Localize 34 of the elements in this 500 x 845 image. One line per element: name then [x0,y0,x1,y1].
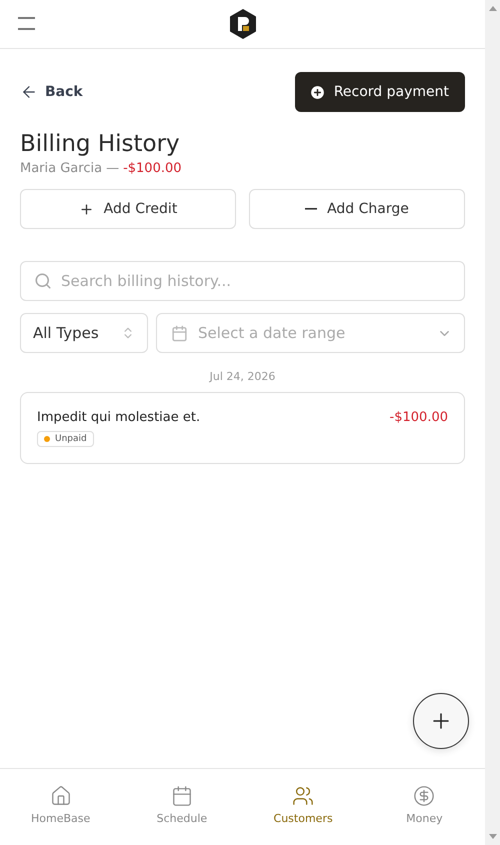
calendar-icon [170,785,193,807]
record-payment-button[interactable]: Record payment [294,72,465,112]
balance: -$100.00 [123,161,182,176]
dollar-icon [413,785,436,807]
entry-title: Impedit qui molestiae et. [37,410,200,425]
add-button[interactable] [413,693,469,749]
home-icon [50,785,72,807]
billing-card[interactable]: Impedit qui molestiae et. Unpaid -$100.00 [20,392,465,464]
calendar-icon [171,324,188,342]
charge-button[interactable]: Add Charge [249,189,465,229]
nav-tab[interactable]: Money [364,785,485,845]
entry-amount: -$100.00 [390,410,448,425]
scroll-down-icon[interactable] [488,834,496,839]
customer-name: Maria Garcia [20,161,102,176]
scroll-up-icon[interactable] [488,6,496,11]
logo-icon [228,9,256,39]
scrollbar[interactable] [485,0,500,845]
nav-tab[interactable]: Customers [242,785,364,845]
search-icon [34,272,52,290]
nav-tab[interactable]: Schedule [121,785,242,845]
plus-circle-icon [308,84,326,100]
nav-tab[interactable]: HomeBase [0,785,122,845]
search-field[interactable]: Search billing history... [20,261,465,301]
back-link[interactable]: Back [20,83,83,101]
separator: — [106,161,120,176]
date-heading: Jul 24, 2026 [208,370,276,383]
minus-icon [305,208,318,210]
status-badge: Unpaid [37,431,94,447]
credit-button[interactable]: Add Credit [20,189,236,229]
page-title: Billing History [20,131,181,157]
plus-icon [78,202,94,216]
type-select[interactable]: All Types [20,313,148,353]
people-icon [292,785,314,807]
menu-button[interactable] [18,17,35,30]
